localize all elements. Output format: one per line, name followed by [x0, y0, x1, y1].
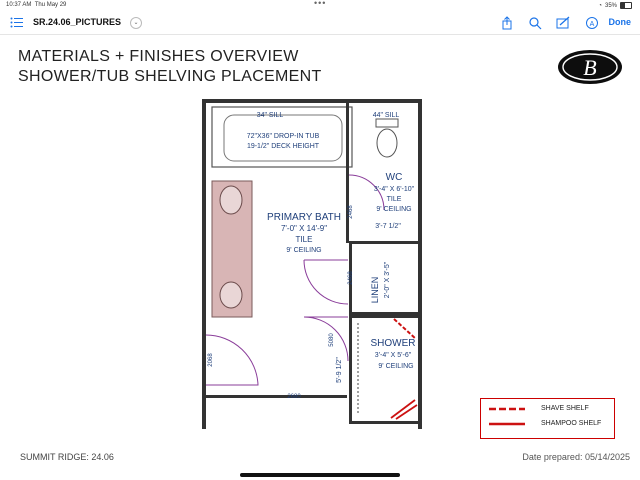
status-time: 10:37 AM Thu May 29	[6, 2, 67, 8]
shower-title: SHOWER	[371, 338, 416, 349]
markup-icon[interactable]	[556, 16, 570, 30]
wifi-icon: ◔	[598, 2, 602, 9]
right-wall	[418, 99, 422, 429]
bath-ceiling: 9' CEILING	[286, 247, 321, 254]
tub-sill-label: 34" SILL	[257, 112, 284, 119]
bottom-wall-left	[202, 395, 347, 398]
shelf-legend: SHAVE SHELF SHAMPOO SHELF	[480, 398, 615, 439]
legend-row-shave: SHAVE SHELF	[489, 405, 589, 412]
door-2468-wc: 2468	[348, 205, 354, 219]
door-2680: 2680	[287, 394, 301, 400]
left-wall	[202, 99, 206, 429]
linen-dims: 2'-0" X 3'-5"	[384, 261, 391, 298]
wc-bottom-wall	[349, 241, 418, 244]
legend-shave-label: SHAVE SHELF	[541, 405, 589, 412]
footer-date: Date prepared: 05/14/2025	[522, 452, 630, 462]
shower-left-wall	[349, 317, 352, 423]
title-line-2: SHOWER/TUB SHELVING PLACEMENT	[18, 68, 322, 85]
battery-percent: 35%	[604, 2, 617, 9]
door-arc-shower	[303, 316, 349, 362]
brand-logo: B	[558, 50, 622, 84]
shower-top-wall	[349, 315, 418, 318]
door-5080: 5080	[329, 333, 335, 347]
logo-letter: B	[583, 55, 596, 80]
wc-floor: TILE	[387, 196, 402, 203]
battery-icon	[620, 2, 632, 9]
home-indicator[interactable]	[240, 473, 400, 477]
more-dots-icon[interactable]: •••	[314, 0, 326, 8]
done-button[interactable]: Done	[609, 17, 632, 27]
share-icon[interactable]	[500, 16, 514, 30]
legend-row-shampoo: SHAMPOO SHELF	[489, 420, 601, 427]
floor-plan: 34" SILL 72"X36" DROP-IN TUB 19-1/2" DEC…	[202, 99, 422, 429]
footer-community: SUMMIT RIDGE: 24.06	[20, 452, 114, 462]
toolbar-divider	[0, 34, 640, 35]
shower-dims: 3'-4" X 5'-6"	[375, 352, 412, 359]
legend-shampoo-label: SHAMPOO SHELF	[541, 420, 602, 427]
top-wall	[202, 99, 422, 103]
list-icon[interactable]	[10, 17, 23, 28]
tub-label-2: 19-1/2" DECK HEIGHT	[247, 143, 320, 150]
toilet-bowl	[376, 128, 398, 158]
sink-top	[219, 185, 243, 215]
chevron-down-icon[interactable]: ⌄	[130, 17, 142, 29]
linen-title: LINEN	[370, 277, 380, 304]
toilet-tank	[375, 118, 399, 128]
title-line-1: MATERIALS + FINISHES OVERVIEW	[18, 48, 299, 65]
pencil-circle-icon[interactable]: A	[585, 16, 599, 30]
wc-ceiling: 9' CEILING	[376, 206, 411, 213]
door-arc-linen	[303, 259, 349, 305]
wc-width-label: 3'-7 1/2"	[375, 223, 401, 230]
bath-dims: 7'-0" X 14'-9"	[281, 224, 327, 233]
search-icon[interactable]	[528, 16, 542, 30]
shower-bottom-wall	[349, 421, 418, 424]
page-title: MATERIALS + FINISHES OVERVIEW SHOWER/TUB…	[18, 47, 322, 87]
shave-shelf-marker	[393, 318, 417, 340]
linen-bottom-wall	[349, 312, 418, 315]
toolbar: SR.24.06_PICTURES ⌄ A Done	[0, 12, 640, 34]
wc-sill-label: 44" SILL	[373, 112, 400, 119]
bath-title: PRIMARY BATH	[267, 212, 341, 223]
status-right: ◔ 35%	[598, 2, 632, 9]
wc-dims: 3'-4" X 6'-10"	[374, 186, 415, 193]
sink-bottom	[219, 281, 243, 309]
svg-text:A: A	[590, 21, 595, 28]
door-2068: 2068	[208, 353, 214, 367]
document-title[interactable]: SR.24.06_PICTURES	[33, 17, 121, 27]
shower-height: 5'-9 1/2"	[336, 357, 343, 383]
solid-line-swatch	[489, 422, 525, 425]
shower-ceiling: 9' CEILING	[378, 363, 413, 370]
door-2468-linen: 2468	[348, 271, 354, 285]
status-bar: 10:37 AM Thu May 29 ••• ◔ 35%	[0, 0, 640, 12]
wc-title: WC	[386, 172, 403, 183]
dashed-line-swatch	[489, 407, 525, 410]
wc-left-wall	[346, 103, 349, 243]
tub-label-1: 72"X36" DROP-IN TUB	[247, 133, 320, 140]
bath-floor: TILE	[296, 235, 313, 244]
